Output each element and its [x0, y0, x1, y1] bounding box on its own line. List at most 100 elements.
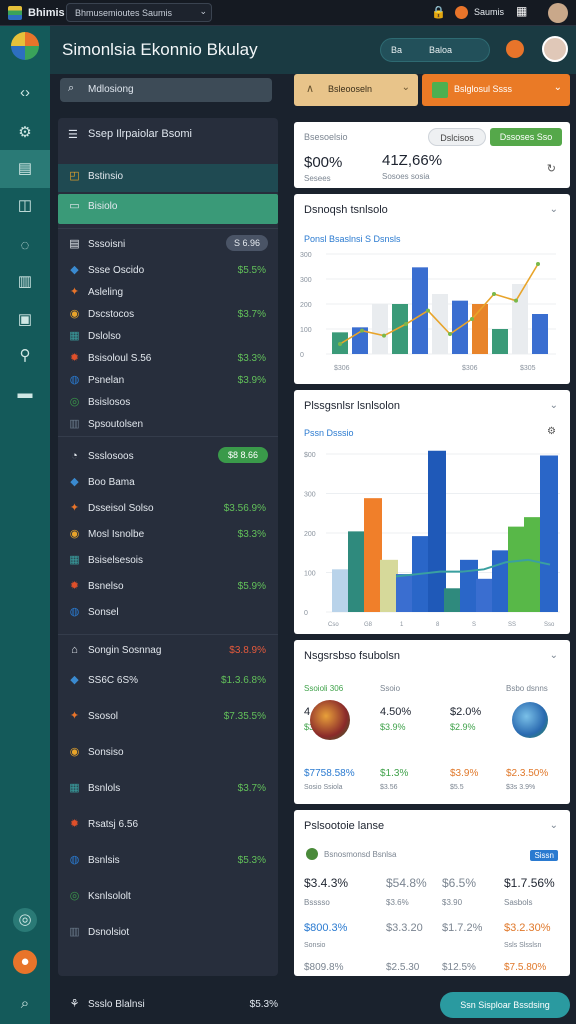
topbar-search[interactable]: Bhmusemioutes Saumis ⌄	[66, 3, 212, 22]
bar	[472, 304, 488, 354]
section2-item[interactable]: ◆ Boo Bama	[58, 470, 278, 496]
section2-header[interactable]: ◔ Ssslosoos $8 8.66	[58, 444, 278, 470]
gauge-icon: ◔	[71, 450, 78, 462]
chart1-card: Dsnoqsh tsnlsolo ⌄ Ponsl Bsaslnsi S Dsns…	[294, 194, 570, 384]
user-badge-icon[interactable]	[455, 6, 468, 19]
chevron-down-icon[interactable]: ⌄	[550, 204, 558, 215]
header-avatar[interactable]	[542, 36, 568, 62]
section3-item[interactable]: ▦ Bsnlols $3.7%	[58, 776, 278, 802]
lock-icon[interactable]: 🔒	[431, 5, 446, 19]
list-item-label: SS6C 6S%	[88, 675, 139, 686]
section2-item[interactable]: ◉ Mosl Isnolbe $3.3%	[58, 522, 278, 548]
gear-icon[interactable]: ⚙	[13, 121, 37, 145]
x-tick-label: Cso	[328, 622, 339, 628]
toggle-label-a[interactable]: Ba	[391, 45, 402, 55]
settings-icon[interactable]: ⚙	[547, 426, 556, 437]
summary-big-left: $00%	[304, 154, 343, 171]
table-cell: $54.8%	[386, 876, 427, 890]
table-cell: $3.3.20	[386, 922, 423, 934]
topbar-user-label[interactable]: Saumis	[474, 7, 504, 17]
x-tick-label: S	[472, 622, 476, 628]
section3-header[interactable]: ⌂ Songin Sosnnag $3.8.9%	[58, 638, 278, 664]
section3-item[interactable]: ◆ SS6C 6S% $1.3.6.8%	[58, 668, 278, 694]
chevron-down-icon[interactable]: ⌄	[550, 400, 558, 411]
right-column: ∧ Bsleooseln ⌄ Bslglosul Ssss ⌄ Bsesoels…	[290, 74, 576, 1024]
section3-item[interactable]: ◉ Sonsiso	[58, 740, 278, 766]
list-item-label: Bsiselsesois	[88, 555, 144, 566]
calendar-icon[interactable]: ▣	[13, 308, 37, 332]
divider	[58, 436, 278, 437]
search-input[interactable]: Mdlosiong	[88, 84, 134, 95]
action-button[interactable]: Bslglosul Ssss ⌄	[422, 74, 570, 106]
nav-item-active2[interactable]: ▭ Bisiolo	[58, 194, 278, 224]
section2-item[interactable]: ✹ Bsnelso $5.9%	[58, 574, 278, 600]
search-box[interactable]: ⌕ Mdlosiong	[60, 78, 272, 102]
list-item-label: Ssosol	[88, 711, 119, 722]
code-icon[interactable]: ‹›	[13, 81, 37, 105]
y-tick-label: 0	[304, 610, 308, 617]
bottom-button[interactable]: Ssn Sisploar Bssdsing	[440, 992, 570, 1018]
summary-btn1[interactable]: Dslcisos	[428, 128, 486, 146]
table-cell: $6.5%	[442, 876, 477, 890]
bar	[508, 526, 526, 612]
table-cell: $3.2.30%	[504, 922, 551, 934]
nav-item-active1[interactable]: ◰ Bstinsio	[58, 164, 278, 192]
section3-item[interactable]: ◎ Ksnlsololt	[58, 884, 278, 910]
section2-item[interactable]: ◍ Sonsel	[58, 600, 278, 626]
list-item-value: $3.3%	[237, 529, 266, 540]
badge-icon[interactable]	[506, 40, 524, 58]
trend-point	[536, 262, 540, 266]
divider	[58, 634, 278, 635]
chart1-legend: Ponsl Bsaslnsi S Dsnsls	[304, 234, 401, 244]
summary-big-right: 41Z,66%	[382, 152, 443, 169]
y-tick-label: 100	[300, 327, 312, 334]
list-item-icon: ✹	[69, 580, 80, 592]
finance-col-total: $1.3%	[380, 768, 409, 779]
finance-col-total2: $3s 3.9%	[506, 784, 536, 791]
divider	[58, 228, 278, 229]
chat-icon[interactable]: ◌	[13, 234, 37, 258]
list-item-label: Bsnelso	[88, 581, 124, 592]
section3-item[interactable]: ✹ Rsatsj 6.56	[58, 812, 278, 838]
summary-btn2[interactable]: Dssoses Sso	[490, 128, 562, 146]
section3-item[interactable]: ◍ Bsnlsis $5.3%	[58, 848, 278, 874]
tool-icon[interactable]: ⚲	[13, 344, 37, 368]
app-header: Simonlsia Ekonnio Bkulay Ba Baloa	[50, 26, 576, 74]
list-item-label: Dsseisol Solso	[88, 503, 154, 514]
chevron-down-icon[interactable]: ⌄	[199, 6, 207, 17]
section2-item[interactable]: ✦ Dsseisol Solso $3.56.9%	[58, 496, 278, 522]
list-item-label: Dsnolsiot	[88, 927, 130, 938]
section1-item[interactable]: ▥ Spsoutolsen	[58, 412, 278, 438]
folder-icon[interactable]: ▬	[13, 382, 37, 406]
chart2-card: Plssgsnlsr lsnlsolon ⌄ Pssn Dsssio ⚙ $00…	[294, 390, 570, 634]
list-item-icon: ✦	[69, 710, 80, 722]
view-toggle[interactable]: Ba Baloa	[380, 38, 490, 62]
search-icon[interactable]: ⌕	[13, 992, 37, 1016]
section3-item[interactable]: ▥ Dsnolsiot	[58, 920, 278, 946]
grid-icon[interactable]: ▦	[516, 4, 527, 18]
y-tick-label: $00	[304, 452, 316, 459]
section1-header[interactable]: ▤ Sssoisni S 6.96	[58, 232, 278, 258]
refresh-icon[interactable]: ↻	[547, 162, 556, 175]
settings-circle-icon[interactable]: ◎	[13, 908, 37, 932]
trend-point	[470, 317, 474, 321]
period-select[interactable]: ∧ Bsleooseln ⌄	[294, 74, 418, 106]
user-avatar[interactable]	[548, 3, 568, 23]
bar	[332, 569, 350, 612]
section3-item[interactable]: ✦ Ssosol $7.35.5%	[58, 704, 278, 730]
chevron-down-icon[interactable]: ⌄	[550, 820, 558, 831]
chevron-down-icon[interactable]: ⌄	[550, 650, 558, 661]
bar	[492, 329, 508, 354]
table-cell: Sasbols	[504, 898, 533, 907]
document-icon[interactable]: ◫	[13, 194, 37, 218]
notification-icon[interactable]: ●	[13, 950, 37, 974]
left-footer[interactable]: ⚘ Ssslo Blalnsi $5.3%	[58, 992, 278, 1018]
app-icon	[432, 82, 448, 98]
table-icon[interactable]: ▥	[13, 270, 37, 294]
section2-item[interactable]: ▦ Bsiselsesois	[58, 548, 278, 574]
layout-icon[interactable]: ▤	[0, 150, 50, 188]
app-name: Bhimis	[28, 7, 65, 19]
toggle-label-b[interactable]: Baloa	[429, 45, 452, 55]
trend-point	[360, 328, 364, 333]
list-item-icon: ◎	[69, 890, 80, 902]
